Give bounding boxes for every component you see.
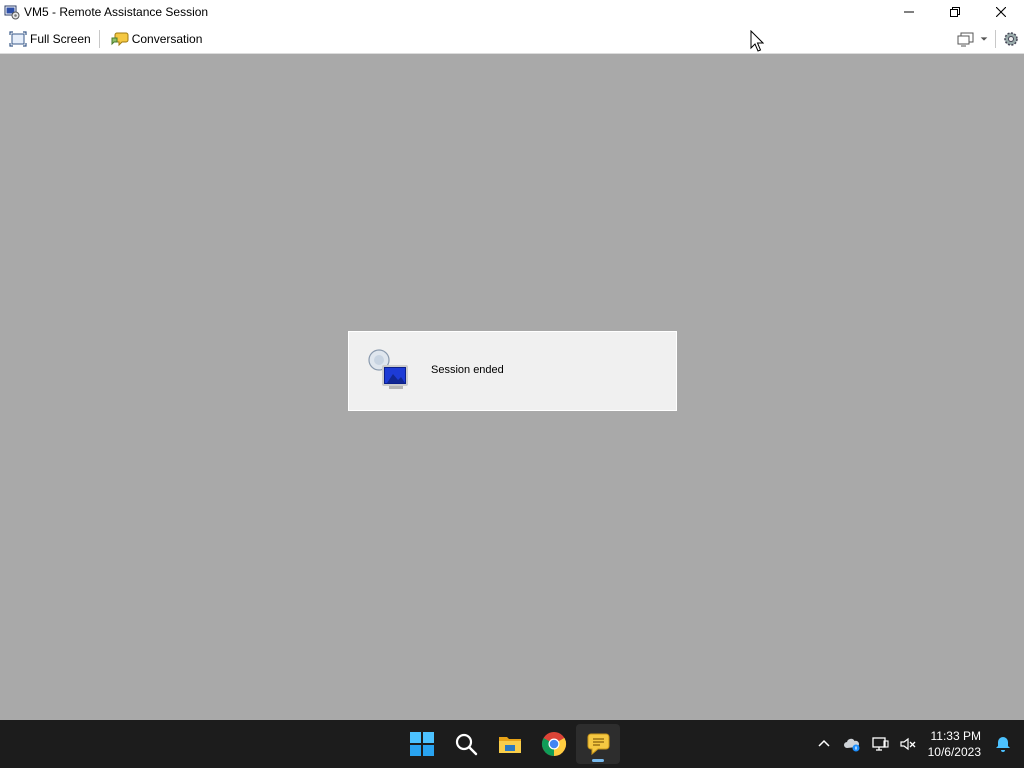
clock-time: 11:33 PM xyxy=(930,729,981,743)
taskbar-clock[interactable]: 11:33 PM 10/6/2023 xyxy=(922,728,989,760)
display-options-button[interactable] xyxy=(953,28,993,50)
minimize-icon xyxy=(904,11,914,13)
search-icon xyxy=(455,733,478,756)
system-tray: 11:33 PM 10/6/2023 xyxy=(810,720,1024,768)
chrome-button[interactable] xyxy=(532,724,576,764)
volume-muted-icon xyxy=(900,737,916,751)
file-explorer-button[interactable] xyxy=(488,724,532,764)
conversation-label: Conversation xyxy=(131,31,203,46)
settings-button[interactable] xyxy=(998,28,1024,50)
chrome-icon xyxy=(541,732,567,756)
active-app-indicator xyxy=(592,759,604,762)
settings-icon xyxy=(1004,31,1018,46)
taskbar: 11:33 PM 10/6/2023 xyxy=(0,720,1024,768)
mouse-cursor-icon xyxy=(750,30,764,52)
notifications-button[interactable] xyxy=(989,724,1024,764)
windows-start-icon xyxy=(410,732,434,756)
toolbar: Full Screen Conversation xyxy=(0,24,1024,54)
monitor-icon xyxy=(957,32,974,46)
close-icon xyxy=(996,7,1006,17)
window-title: VM5 - Remote Assistance Session xyxy=(24,5,209,19)
chevron-down-icon xyxy=(980,36,988,41)
session-ended-dialog: Session ended xyxy=(348,331,677,411)
network-tray-button[interactable] xyxy=(866,724,894,764)
taskbar-pinned-apps xyxy=(400,720,620,768)
network-icon xyxy=(871,737,889,751)
restore-icon xyxy=(950,7,960,17)
clock-date: 10/6/2023 xyxy=(927,745,981,759)
show-hidden-icons-button[interactable] xyxy=(810,724,838,764)
remote-assistance-icon xyxy=(4,4,20,20)
restore-button[interactable] xyxy=(932,0,978,24)
close-button[interactable] xyxy=(978,0,1024,24)
onedrive-tray-button[interactable] xyxy=(838,724,866,764)
session-status-message: Session ended xyxy=(431,364,504,376)
file-explorer-icon xyxy=(499,737,521,753)
fullscreen-icon xyxy=(9,30,27,47)
volume-tray-button[interactable] xyxy=(894,724,922,764)
full-screen-button[interactable]: Full Screen xyxy=(0,28,97,50)
search-button[interactable] xyxy=(444,724,488,764)
remote-assistance-icon xyxy=(587,733,610,756)
remote-assistance-taskbar-button[interactable] xyxy=(576,724,620,764)
conversation-button[interactable]: Conversation xyxy=(102,28,209,50)
minimize-button[interactable] xyxy=(886,0,932,24)
title-bar: VM5 - Remote Assistance Session xyxy=(0,0,1024,24)
full-screen-label: Full Screen xyxy=(30,31,91,46)
toolbar-divider-right xyxy=(995,29,996,48)
chevron-up-icon xyxy=(818,739,830,747)
onedrive-icon xyxy=(843,738,860,752)
network-monitor-icon xyxy=(368,349,408,389)
start-button[interactable] xyxy=(400,724,444,764)
notification-bell-icon xyxy=(996,737,1010,752)
chat-icon xyxy=(111,32,129,46)
toolbar-right-group xyxy=(953,24,1024,53)
window-controls xyxy=(886,0,1024,24)
toolbar-divider xyxy=(98,29,100,48)
